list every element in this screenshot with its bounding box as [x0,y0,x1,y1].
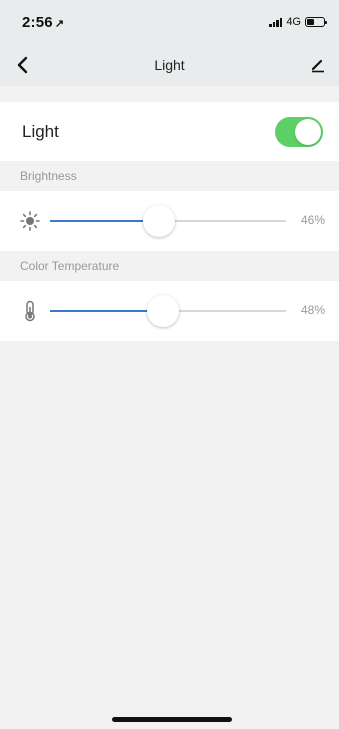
color-temperature-section-label: Color Temperature [20,259,120,273]
pencil-icon [311,59,324,73]
brightness-section-header: Brightness [0,161,339,191]
brightness-slider-thumb[interactable] [142,205,175,237]
thermometer-icon [18,299,42,323]
brightness-section-label: Brightness [20,169,77,183]
edit-button[interactable] [305,52,331,78]
brightness-value: 46% [300,213,325,227]
location-arrow-icon: ↗ [54,17,65,30]
color-temperature-slider-fill [50,310,164,312]
chevron-left-icon [17,56,28,74]
home-indicator [112,717,232,722]
top-spacer [0,86,339,102]
status-bar: 2:56 ↗ 4G [0,0,339,44]
brightness-slider[interactable] [50,205,286,237]
color-temperature-slider-row: 48% [0,281,339,341]
page-title: Light [154,57,185,73]
signal-icon [269,17,283,27]
status-time: 2:56 ↗ [22,14,64,31]
sun-icon [18,209,42,233]
navigation-bar: Light [0,44,339,86]
color-temperature-slider[interactable] [50,295,286,327]
status-time-text: 2:56 [22,13,53,31]
color-temperature-value: 48% [300,303,325,317]
toggle-knob [295,118,321,145]
back-button[interactable] [10,52,36,78]
color-temperature-section-header: Color Temperature [0,251,339,281]
battery-icon [305,17,327,27]
network-label: 4G [286,16,301,28]
light-label: Light [22,121,59,141]
color-temperature-slider-thumb[interactable] [147,295,180,327]
brightness-slider-row: 46% [0,191,339,251]
light-row: Light [0,102,339,161]
light-toggle[interactable] [275,116,323,147]
status-indicators: 4G [269,16,327,28]
